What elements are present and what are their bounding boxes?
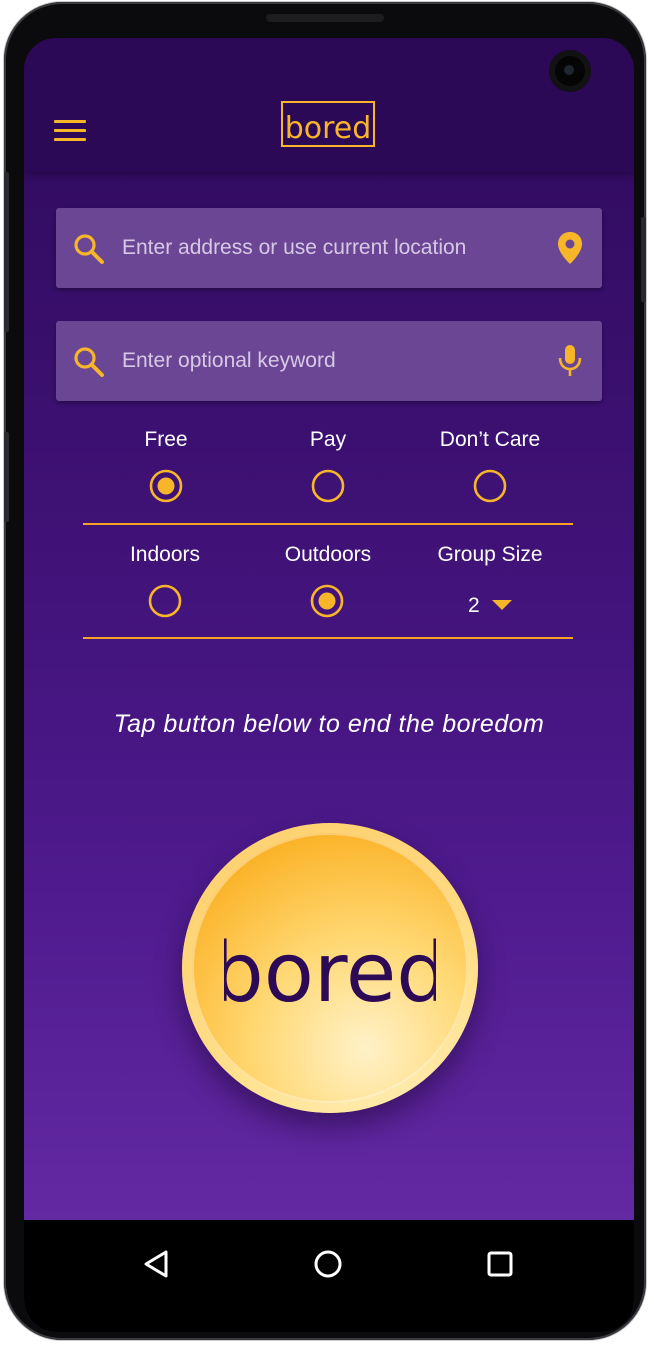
app-bar: bored: [24, 38, 634, 172]
divider: [83, 523, 573, 525]
phone-frame: bored Enter address or use current locat…: [4, 2, 646, 1340]
bored-button-logo: bored: [224, 926, 436, 1015]
hamburger-menu-icon[interactable]: [54, 120, 86, 142]
microphone-icon[interactable]: [556, 343, 584, 379]
earpiece-speaker: [266, 14, 384, 22]
group-size-value: 2: [468, 594, 480, 617]
tagline: Tap button below to end the boredom: [113, 710, 545, 738]
bored-logo: bored: [281, 101, 375, 147]
search-icon: [74, 347, 104, 377]
group-size-dropdown[interactable]: 2: [460, 590, 520, 624]
location-pin-icon[interactable]: [556, 230, 584, 266]
option-indoors-label: Indoors: [129, 543, 201, 566]
radio-pay[interactable]: [311, 469, 345, 503]
android-navigation-bar: [24, 1220, 634, 1332]
bixby-button: [4, 432, 9, 522]
divider: [83, 637, 573, 639]
app-screen: bored Enter address or use current locat…: [24, 38, 634, 1332]
search-icon: [74, 234, 104, 264]
volume-button: [4, 172, 9, 332]
svg-text:bored: bored: [224, 926, 436, 1015]
keyword-placeholder: Enter optional keyword: [122, 349, 336, 372]
radio-free[interactable]: [149, 469, 183, 503]
address-search-field[interactable]: Enter address or use current location: [56, 208, 602, 288]
svg-text:bored: bored: [285, 111, 372, 146]
radio-outdoors[interactable]: [310, 584, 344, 618]
square-recents-icon[interactable]: [480, 1244, 520, 1284]
group-size-label: Group Size: [437, 543, 543, 566]
option-dont-care-label: Don’t Care: [439, 428, 541, 451]
power-button: [641, 217, 646, 302]
option-free-label: Free: [144, 428, 188, 451]
bored-button[interactable]: bored: [182, 823, 478, 1113]
option-pay-label: Pay: [309, 428, 347, 451]
radio-indoors[interactable]: [148, 584, 182, 618]
option-outdoors-label: Outdoors: [284, 543, 372, 566]
radio-dont-care[interactable]: [473, 469, 507, 503]
triangle-back-icon[interactable]: [137, 1244, 177, 1284]
caret-down-icon: [492, 600, 512, 610]
keyword-search-field[interactable]: Enter optional keyword: [56, 321, 602, 401]
address-placeholder: Enter address or use current location: [122, 236, 467, 259]
circle-home-icon[interactable]: [308, 1244, 348, 1284]
front-camera: [549, 50, 591, 92]
